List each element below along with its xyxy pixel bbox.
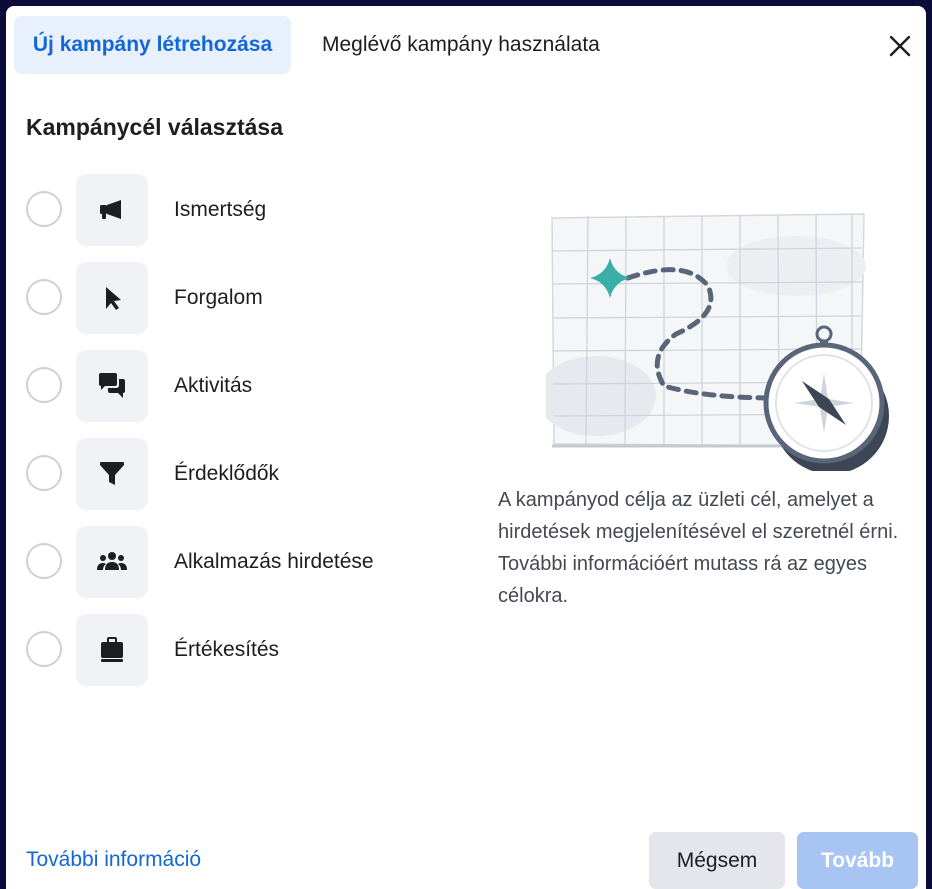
radio-traffic[interactable] (26, 279, 62, 315)
objective-label: Érdeklődők (174, 462, 280, 485)
objective-description: A kampányod célja az üzleti cél, amelyet… (498, 489, 899, 607)
tab-new-campaign[interactable]: Új kampány létrehozása (14, 16, 291, 74)
campaign-dialog: Új kampány létrehozása Meglévő kampány h… (6, 6, 926, 889)
megaphone-icon (100, 200, 121, 219)
icon-box (76, 614, 148, 686)
briefcase-icon (101, 637, 123, 662)
objective-label: Értékesítés (174, 638, 280, 661)
icon-box (76, 262, 148, 334)
funnel-icon (100, 462, 124, 485)
objective-traffic[interactable]: Forgalom (6, 262, 466, 334)
radio-leads[interactable] (26, 455, 62, 491)
icon-box (76, 174, 148, 246)
radio-awareness[interactable] (26, 191, 62, 227)
objective-label: Aktivitás (174, 374, 253, 397)
objective-app-promotion[interactable]: Alkalmazás hirdetése (6, 526, 466, 598)
tab-existing-campaign[interactable]: Meglévő kampány használata (322, 16, 600, 74)
objective-awareness[interactable]: Ismertség (6, 174, 466, 246)
cancel-button[interactable]: Mégsem (649, 832, 785, 889)
icon-box (76, 350, 148, 422)
next-button[interactable]: Tovább (797, 832, 918, 889)
radio-app-promotion[interactable] (26, 543, 62, 579)
close-button[interactable] (886, 32, 914, 60)
icon-box (76, 526, 148, 598)
section-title: Kampánycél választása (26, 114, 283, 140)
objective-sales[interactable]: Értékesítés (6, 614, 466, 686)
objective-engagement[interactable]: Aktivitás (6, 350, 466, 422)
objective-label: Ismertség (174, 198, 267, 221)
radio-engagement[interactable] (26, 367, 62, 403)
cursor-icon (106, 287, 121, 310)
objective-label: Alkalmazás hirdetése (174, 550, 374, 573)
close-icon (889, 35, 911, 57)
objective-leads[interactable]: Érdeklődők (6, 438, 466, 510)
objective-label: Forgalom (174, 286, 263, 309)
people-icon (97, 552, 127, 570)
more-info-link[interactable]: További információ (26, 848, 201, 872)
chat-bubbles-icon (99, 373, 125, 398)
radio-sales[interactable] (26, 631, 62, 667)
map-compass-illustration (546, 213, 889, 471)
icon-box (76, 438, 148, 510)
